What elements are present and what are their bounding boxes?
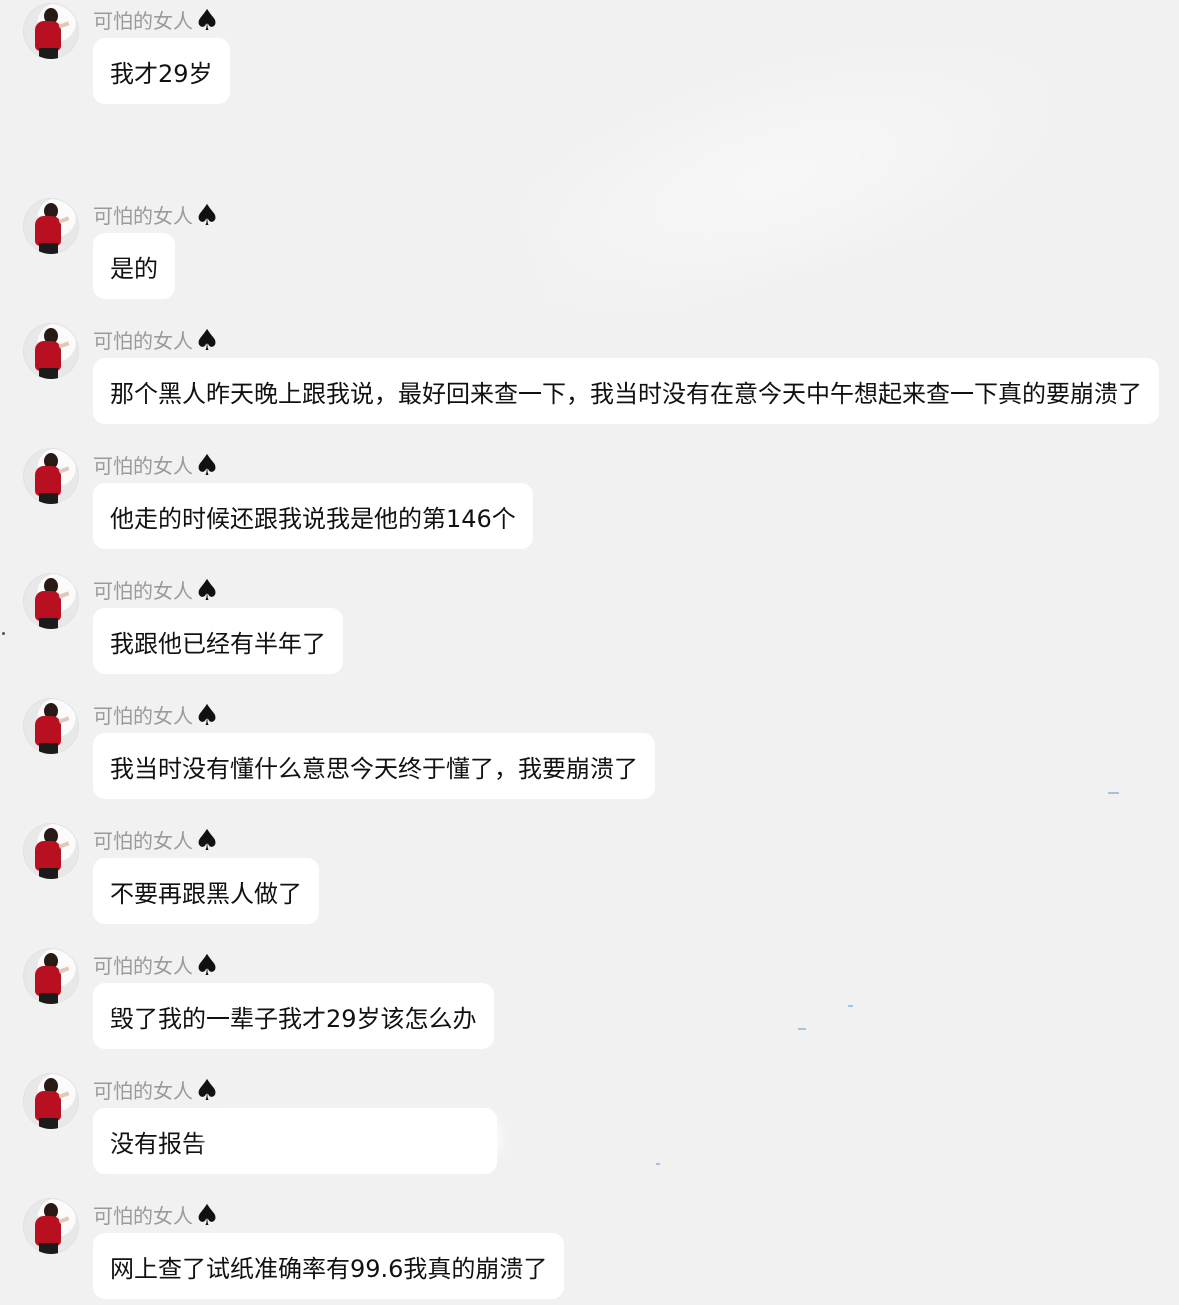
sender-name: 可怕的女人 <box>93 454 193 478</box>
spade-icon: ♠ <box>194 198 220 232</box>
avatar[interactable] <box>23 948 79 1004</box>
avatar[interactable] <box>23 323 79 379</box>
avatar[interactable] <box>23 3 79 59</box>
message-bubble[interactable]: 不要再跟黑人做了 <box>93 858 319 924</box>
sender-name-row: 可怕的女人♠ <box>93 324 220 355</box>
message-row: 可怕的女人♠ 没有报告 <box>0 1070 1179 1180</box>
sender-name: 可怕的女人 <box>93 329 193 353</box>
sender-name: 可怕的女人 <box>93 579 193 603</box>
sender-name-row: 可怕的女人♠ <box>93 199 220 230</box>
message-row: 可怕的女人♠ 网上查了试纸准确率有99.6我真的崩溃了 <box>0 1195 1179 1305</box>
stray-dot <box>2 632 5 635</box>
sender-name: 可怕的女人 <box>93 829 193 853</box>
avatar[interactable] <box>23 1073 79 1129</box>
message-bubble[interactable]: 网上查了试纸准确率有99.6我真的崩溃了 <box>93 1233 565 1299</box>
sender-name: 可怕的女人 <box>93 204 193 228</box>
spade-icon: ♠ <box>194 1073 220 1107</box>
sender-name-row: 可怕的女人♠ <box>93 1074 220 1105</box>
message-bubble[interactable]: 那个黑人昨天晚上跟我说，最好回来查一下，我当时没有在意今天中午想起来查一下真的要… <box>93 358 1159 424</box>
avatar[interactable] <box>23 198 79 254</box>
obscured-text-overlay <box>205 1113 500 1161</box>
sender-name-row: 可怕的女人♠ <box>93 949 220 980</box>
message-row: 可怕的女人♠ 他走的时候还跟我说我是他的第146个 <box>0 445 1179 555</box>
compression-artifact <box>656 1163 660 1165</box>
sender-name: 可怕的女人 <box>93 9 193 33</box>
avatar[interactable] <box>23 448 79 504</box>
message-row: 可怕的女人♠ 我当时没有懂什么意思今天终于懂了，我要崩溃了 <box>0 695 1179 805</box>
spade-icon: ♠ <box>194 948 220 982</box>
message-bubble[interactable]: 我跟他已经有半年了 <box>93 608 343 674</box>
chat-log: 可怕的女人♠ 我才29岁 可怕的女人♠ 是的 可怕的女人♠ 那个黑人昨天晚上跟我… <box>0 0 1179 1299</box>
message-row: 可怕的女人♠ 我才29岁 <box>0 0 1179 110</box>
message-bubble[interactable]: 是的 <box>93 233 175 299</box>
message-row: 可怕的女人♠ 我跟他已经有半年了 <box>0 570 1179 680</box>
compression-artifact <box>848 1005 853 1007</box>
message-row: 可怕的女人♠ 是的 <box>0 195 1179 305</box>
sender-name-row: 可怕的女人♠ <box>93 1199 220 1230</box>
message-row: 可怕的女人♠ 毁了我的一辈子我才29岁该怎么办 <box>0 945 1179 1055</box>
spade-icon: ♠ <box>194 448 220 482</box>
compression-artifact <box>1108 792 1119 794</box>
message-text: 没有报告 <box>110 1129 206 1158</box>
spade-icon: ♠ <box>194 573 220 607</box>
message-bubble[interactable]: 我当时没有懂什么意思今天终于懂了，我要崩溃了 <box>93 733 655 799</box>
message-bubble[interactable]: 毁了我的一辈子我才29岁该怎么办 <box>93 983 494 1049</box>
spade-icon: ♠ <box>194 1198 220 1232</box>
sender-name: 可怕的女人 <box>93 704 193 728</box>
avatar[interactable] <box>23 823 79 879</box>
message-bubble[interactable]: 我才29岁 <box>93 38 230 104</box>
sender-name: 可怕的女人 <box>93 1204 193 1228</box>
sender-name-row: 可怕的女人♠ <box>93 4 220 35</box>
sender-name-row: 可怕的女人♠ <box>93 824 220 855</box>
message-row: 可怕的女人♠ 不要再跟黑人做了 <box>0 820 1179 930</box>
sender-name-row: 可怕的女人♠ <box>93 699 220 730</box>
sender-name-row: 可怕的女人♠ <box>93 574 220 605</box>
spade-icon: ♠ <box>194 323 220 357</box>
compression-artifact <box>798 1028 806 1030</box>
avatar[interactable] <box>23 698 79 754</box>
spade-icon: ♠ <box>194 3 220 37</box>
sender-name: 可怕的女人 <box>93 1079 193 1103</box>
avatar[interactable] <box>23 573 79 629</box>
sender-name: 可怕的女人 <box>93 954 193 978</box>
spade-icon: ♠ <box>194 698 220 732</box>
avatar[interactable] <box>23 1198 79 1254</box>
message-row: 可怕的女人♠ 那个黑人昨天晚上跟我说，最好回来查一下，我当时没有在意今天中午想起… <box>0 320 1179 430</box>
sender-name-row: 可怕的女人♠ <box>93 449 220 480</box>
message-bubble[interactable]: 他走的时候还跟我说我是他的第146个 <box>93 483 533 549</box>
spade-icon: ♠ <box>194 823 220 857</box>
